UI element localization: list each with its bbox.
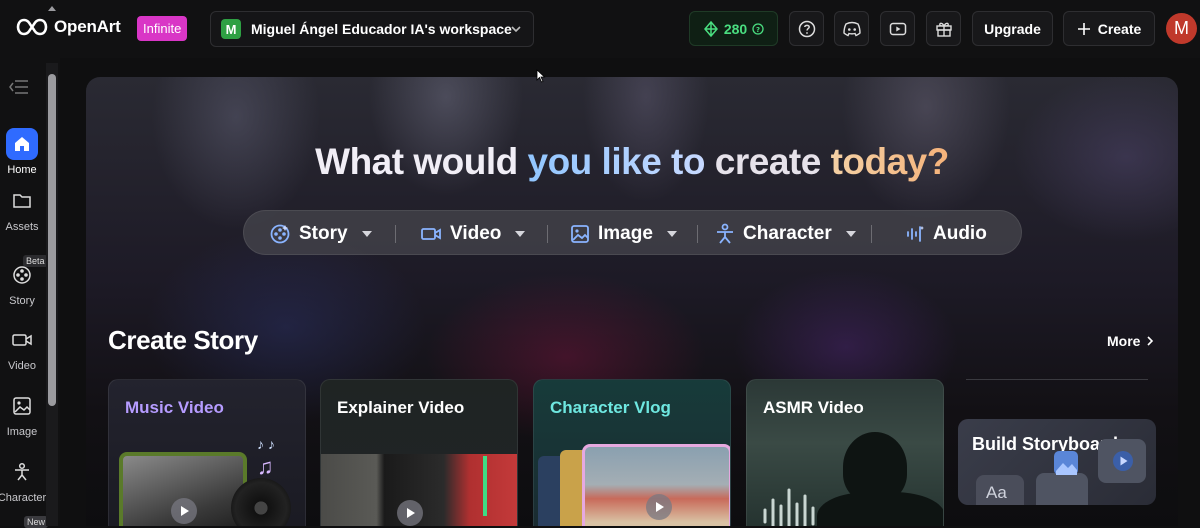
beta-badge: Beta xyxy=(23,255,48,267)
play-icon[interactable] xyxy=(171,498,197,524)
image-icon xyxy=(13,397,31,415)
svg-text:?: ? xyxy=(756,26,760,34)
plan-badge: Infinite xyxy=(137,16,188,41)
play-icon xyxy=(1113,451,1133,471)
sidebar-item-image[interactable]: Image xyxy=(0,390,44,438)
section-title-create-story: Create Story xyxy=(108,325,258,355)
sidebar-item-assets[interactable]: Assets xyxy=(0,185,44,233)
scrollbar-thumb[interactable] xyxy=(48,74,56,406)
openart-logo[interactable]: OpenArt xyxy=(16,17,121,37)
video-camera-icon xyxy=(12,334,32,346)
card-music-video[interactable]: Music Video ♪ ♪ ♫ xyxy=(108,379,306,526)
sidebar-item-home[interactable]: Home xyxy=(0,128,44,176)
card-title: Music Video xyxy=(125,398,224,417)
music-note-icon: ♫ xyxy=(257,454,274,479)
mode-selector-bar: Story Video Image Character Audio xyxy=(243,210,1022,255)
mouse-cursor-icon xyxy=(536,69,546,83)
card-character-vlog[interactable]: Character Vlog xyxy=(533,379,731,526)
storyboard-tile-image xyxy=(1036,473,1088,505)
person-icon xyxy=(15,462,29,481)
sidebar-label: Story xyxy=(9,295,35,307)
folder-icon xyxy=(13,194,31,208)
image-icon xyxy=(571,224,589,243)
question-circle-icon xyxy=(798,20,815,37)
storyboard-tile-text: Aa xyxy=(976,475,1024,505)
discord-button[interactable] xyxy=(834,11,869,46)
audio-wave-icon xyxy=(907,225,924,242)
user-avatar[interactable]: M xyxy=(1166,13,1197,44)
green-arrow-shape xyxy=(483,456,487,516)
video-icon xyxy=(421,227,441,240)
card-title: ASMR Video xyxy=(763,398,864,417)
sound-wave-icon xyxy=(763,488,815,526)
gift-button[interactable] xyxy=(926,11,961,46)
create-button[interactable]: Create xyxy=(1063,11,1155,46)
youtube-button[interactable] xyxy=(880,11,915,46)
sidebar-item-character[interactable]: Character xyxy=(0,456,47,504)
scroll-up-arrow[interactable] xyxy=(48,6,56,11)
chevron-down-icon xyxy=(511,26,521,33)
dropdown-caret-icon xyxy=(845,230,856,237)
top-bar: OpenArt Infinite M Miguel Ángel Educador… xyxy=(0,0,1200,58)
dropdown-caret-icon xyxy=(666,230,677,237)
workspace-avatar: M xyxy=(221,19,241,39)
sidebar: Home Assets Story Beta Video Image Chara… xyxy=(0,58,60,528)
dropdown-caret-icon xyxy=(361,230,372,237)
hero-section: What would you like to create today? Sto… xyxy=(86,77,1178,526)
plus-icon xyxy=(1077,22,1090,35)
workspace-name: Miguel Ángel Educador IA's workspace xyxy=(251,21,512,37)
card-title: Explainer Video xyxy=(337,398,465,417)
home-icon xyxy=(15,137,29,151)
upgrade-button[interactable]: Upgrade xyxy=(972,11,1053,46)
mode-audio[interactable]: Audio xyxy=(905,211,987,256)
brand-name: OpenArt xyxy=(54,17,121,36)
discord-icon xyxy=(842,21,861,36)
character-icon xyxy=(717,223,733,244)
sidebar-item-video[interactable]: Video xyxy=(0,324,44,372)
mode-character[interactable]: Character xyxy=(715,211,856,256)
help-button[interactable] xyxy=(789,11,824,46)
chevron-right-icon xyxy=(1147,336,1154,346)
film-reel-icon xyxy=(13,266,31,284)
dropdown-caret-icon xyxy=(515,230,526,237)
sidebar-label: Video xyxy=(8,360,36,372)
youtube-icon xyxy=(889,22,906,35)
card-title: Character Vlog xyxy=(550,398,671,417)
vinyl-disc xyxy=(231,478,291,526)
play-icon[interactable] xyxy=(646,494,672,520)
gift-icon xyxy=(935,22,952,37)
build-storyboard[interactable]: Build Storyboard → Aa xyxy=(958,379,1156,526)
mode-video[interactable]: Video xyxy=(420,211,526,256)
diamond-icon xyxy=(703,20,718,37)
sidebar-label: Character xyxy=(0,492,47,504)
new-badge: New xyxy=(24,516,49,528)
play-icon[interactable] xyxy=(397,500,423,526)
mode-story[interactable]: Story xyxy=(269,211,372,256)
mode-image[interactable]: Image xyxy=(570,211,677,256)
infinity-logo-icon xyxy=(16,18,48,36)
credits-info-icon: ? xyxy=(752,22,764,35)
create-label: Create xyxy=(1097,20,1142,37)
card-asmr-video[interactable]: ASMR Video xyxy=(746,379,944,526)
sidebar-label: Image xyxy=(6,426,38,438)
card-explainer-video[interactable]: Explainer Video xyxy=(320,379,518,526)
story-icon xyxy=(270,224,290,243)
sidebar-label: Assets xyxy=(5,221,39,233)
home-icon-wrap xyxy=(6,128,38,160)
more-link[interactable]: More xyxy=(1107,333,1154,349)
sidebar-label: Home xyxy=(7,164,37,176)
credits-value: 280 xyxy=(723,20,748,37)
storyboard-card[interactable]: Build Storyboard → Aa xyxy=(958,419,1156,505)
music-note-icon: ♪ ♪ xyxy=(257,436,275,452)
credits-button[interactable]: 280 ? xyxy=(689,11,778,46)
workspace-selector[interactable]: M Miguel Ángel Educador IA's workspace xyxy=(210,11,534,47)
image-icon xyxy=(1054,451,1078,475)
collapse-sidebar-icon[interactable] xyxy=(8,78,30,96)
hero-title: What would you like to create today? xyxy=(315,141,949,182)
